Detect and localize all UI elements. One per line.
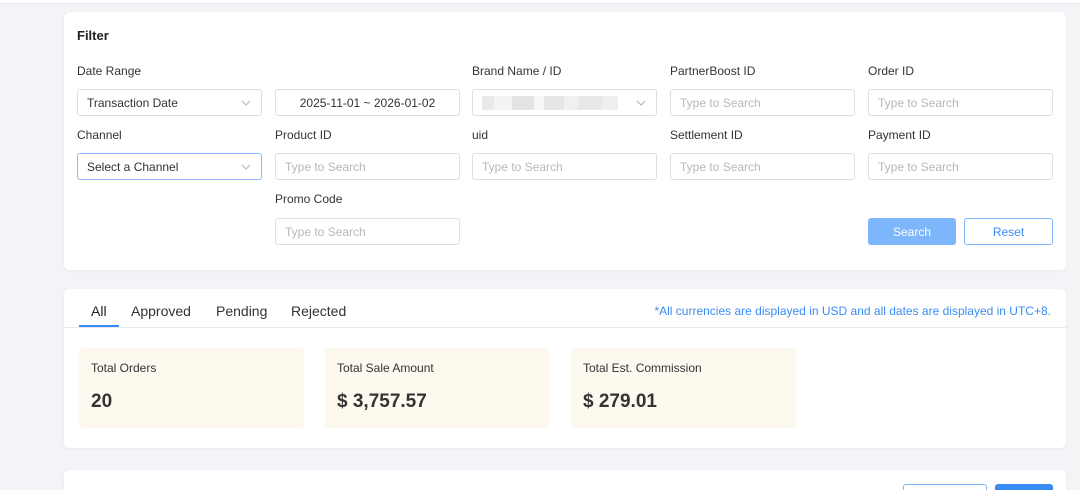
settlement-id-label: Settlement ID — [670, 128, 743, 142]
stat-total-sale-amount: Total Sale Amount $ 3,757.57 — [325, 348, 550, 428]
tab-pending[interactable]: Pending — [216, 303, 267, 319]
stat-value: 20 — [91, 391, 113, 412]
channel-placeholder: Select a Channel — [87, 159, 179, 174]
chevron-down-icon — [635, 97, 647, 109]
status-tabs: All Approved Pending Rejected *All curre… — [64, 289, 1066, 328]
stat-total-orders: Total Orders 20 — [79, 348, 304, 428]
order-id-placeholder: Type to Search — [878, 95, 959, 110]
orders-table-panel — [64, 470, 1066, 490]
tab-rejected[interactable]: Rejected — [291, 303, 346, 319]
uid-placeholder: Type to Search — [482, 159, 563, 174]
stat-label: Total Orders — [91, 361, 157, 375]
date-type-select[interactable]: Transaction Date — [77, 89, 262, 116]
order-id-label: Order ID — [868, 64, 915, 78]
uid-input[interactable]: Type to Search — [472, 153, 657, 180]
uid-label: uid — [472, 128, 489, 142]
export-button[interactable] — [903, 484, 987, 490]
order-id-input[interactable]: Type to Search — [868, 89, 1053, 116]
stat-value: $ 279.01 — [583, 391, 657, 412]
product-id-input[interactable]: Type to Search — [275, 153, 460, 180]
tab-approved[interactable]: Approved — [131, 303, 191, 319]
promo-code-placeholder: Type to Search — [285, 224, 366, 239]
promo-code-label: Promo Code — [275, 192, 343, 206]
primary-action-button[interactable] — [995, 484, 1053, 490]
channel-label: Channel — [77, 128, 122, 142]
partnerboost-id-placeholder: Type to Search — [680, 95, 761, 110]
stat-label: Total Sale Amount — [337, 361, 434, 375]
date-range-picker[interactable]: 2025-11-01 ~ 2026-01-02 — [275, 89, 460, 116]
date-type-value: Transaction Date — [87, 95, 178, 110]
top-bar — [0, 0, 1080, 4]
settlement-id-input[interactable]: Type to Search — [670, 153, 855, 180]
partnerboost-id-input[interactable]: Type to Search — [670, 89, 855, 116]
payment-id-label: Payment ID — [868, 128, 931, 142]
product-id-placeholder: Type to Search — [285, 159, 366, 174]
stat-value: $ 3,757.57 — [337, 391, 427, 412]
tab-all[interactable]: All — [91, 303, 107, 319]
filter-title: Filter — [77, 28, 109, 43]
settlement-id-placeholder: Type to Search — [680, 159, 761, 174]
brand-select[interactable] — [472, 89, 657, 116]
redacted-brand-value — [482, 95, 635, 110]
chevron-down-icon — [240, 97, 252, 109]
filter-panel: Filter Date Range Brand Name / ID Partne… — [64, 12, 1066, 270]
channel-select[interactable]: Select a Channel — [77, 153, 262, 180]
brand-label: Brand Name / ID — [472, 64, 562, 78]
date-range-label: Date Range — [77, 64, 142, 78]
reset-button[interactable]: Reset — [964, 218, 1053, 245]
active-tab-indicator — [79, 325, 119, 327]
stat-label: Total Est. Commission — [583, 361, 702, 375]
product-id-label: Product ID — [275, 128, 332, 142]
payment-id-placeholder: Type to Search — [878, 159, 959, 174]
date-range-value: 2025-11-01 ~ 2026-01-02 — [299, 95, 436, 110]
chevron-down-icon — [240, 161, 252, 173]
search-button[interactable]: Search — [868, 218, 956, 245]
stat-total-est-commission: Total Est. Commission $ 279.01 — [571, 348, 796, 428]
summary-panel: All Approved Pending Rejected *All curre… — [64, 289, 1066, 448]
payment-id-input[interactable]: Type to Search — [868, 153, 1053, 180]
currency-note: *All currencies are displayed in USD and… — [654, 304, 1051, 318]
partnerboost-id-label: PartnerBoost ID — [670, 64, 756, 78]
promo-code-input[interactable]: Type to Search — [275, 218, 460, 245]
